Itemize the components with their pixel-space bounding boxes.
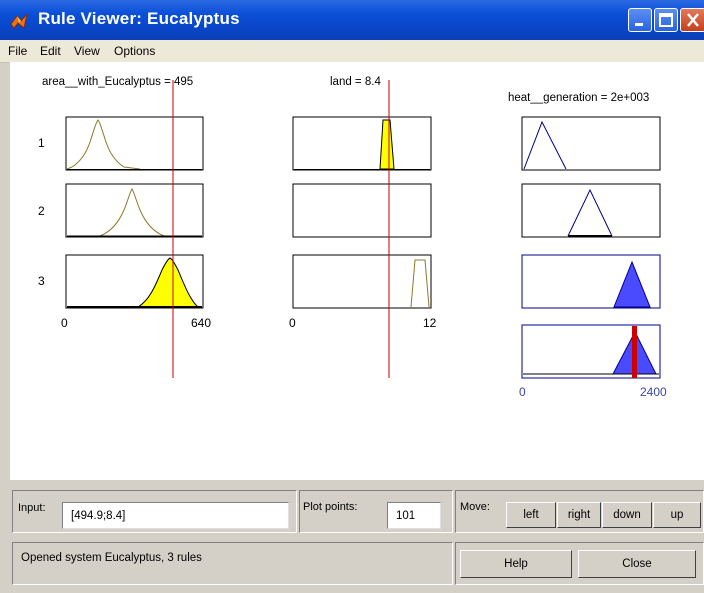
close-button[interactable]: Close [578, 550, 696, 578]
input2-tick-max: 12 [423, 316, 437, 330]
input-label: Input: [18, 502, 46, 514]
plot-points-label: Plot points: [303, 501, 358, 513]
plot-points-field[interactable]: 101 [387, 502, 441, 529]
maximize-button[interactable] [654, 8, 678, 32]
control-panel: Input: [494.9;8.4] Plot points: 101 Move… [10, 480, 704, 593]
status-message: Opened system Eucalyptus, 3 rules [12, 542, 453, 585]
move-left-label: left [523, 509, 539, 521]
help-label: Help [504, 558, 528, 570]
move-right-label: right [567, 509, 591, 521]
move-down-button[interactable]: down [602, 502, 652, 528]
move-right-button[interactable]: right [557, 502, 601, 528]
close-icon [687, 13, 699, 27]
menu-options[interactable]: Options [114, 44, 155, 58]
help-close-group: Help Close [455, 542, 704, 585]
move-up-label: up [670, 509, 684, 521]
input1-rule1-plot[interactable] [65, 116, 204, 171]
menu-edit[interactable]: Edit [40, 44, 61, 58]
window-title: Rule Viewer: Eucalyptus [38, 9, 240, 28]
title-bar[interactable]: Rule Viewer: Eucalyptus [0, 0, 704, 40]
rule-plot-area[interactable]: area__with_Eucalyptus = 495 land = 8.4 h… [10, 62, 704, 480]
input1-rule2-plot[interactable] [65, 183, 204, 238]
output-rule1-plot[interactable] [521, 116, 661, 171]
move-group: Move: left right down up [455, 490, 704, 533]
move-label: Move: [460, 501, 490, 513]
help-button[interactable]: Help [460, 550, 572, 578]
rule-viewer-window: Rule Viewer: Eucalyptus File Edit View O… [0, 0, 704, 593]
minimize-icon [635, 23, 643, 26]
input2-rule3-plot[interactable] [292, 254, 432, 309]
move-left-button[interactable]: left [506, 502, 556, 528]
input-group: Input: [494.9;8.4] [12, 490, 297, 533]
close-window-button[interactable] [680, 8, 704, 32]
move-up-button[interactable]: up [653, 502, 701, 528]
matlab-app-icon [10, 12, 28, 30]
output-rule2-plot[interactable] [521, 183, 661, 238]
input1-tick-max: 640 [191, 316, 212, 330]
menu-view[interactable]: View [74, 44, 100, 58]
input1-tick-min: 0 [61, 316, 68, 330]
maximize-icon [659, 13, 673, 27]
input2-rule1-plot[interactable] [292, 116, 432, 171]
close-label: Close [622, 558, 652, 570]
output-aggregate-plot[interactable] [521, 324, 661, 379]
input2-tick-min: 0 [289, 316, 296, 330]
output-tick-min: 0 [519, 385, 526, 399]
rules-svg [65, 80, 661, 379]
menu-bar: File Edit View Options [0, 40, 704, 63]
output-rule3-plot[interactable] [521, 254, 661, 309]
plot-points-group: Plot points: 101 [299, 490, 453, 533]
output-tick-max: 2400 [640, 385, 667, 399]
input1-rule3-plot[interactable] [65, 254, 204, 309]
output-defuzz-marker[interactable] [632, 326, 637, 378]
move-down-label: down [613, 509, 641, 521]
minimize-button[interactable] [628, 8, 652, 32]
input2-rule2-plot[interactable] [292, 183, 432, 238]
input-vector-field[interactable]: [494.9;8.4] [62, 502, 289, 529]
menu-file[interactable]: File [8, 44, 27, 58]
